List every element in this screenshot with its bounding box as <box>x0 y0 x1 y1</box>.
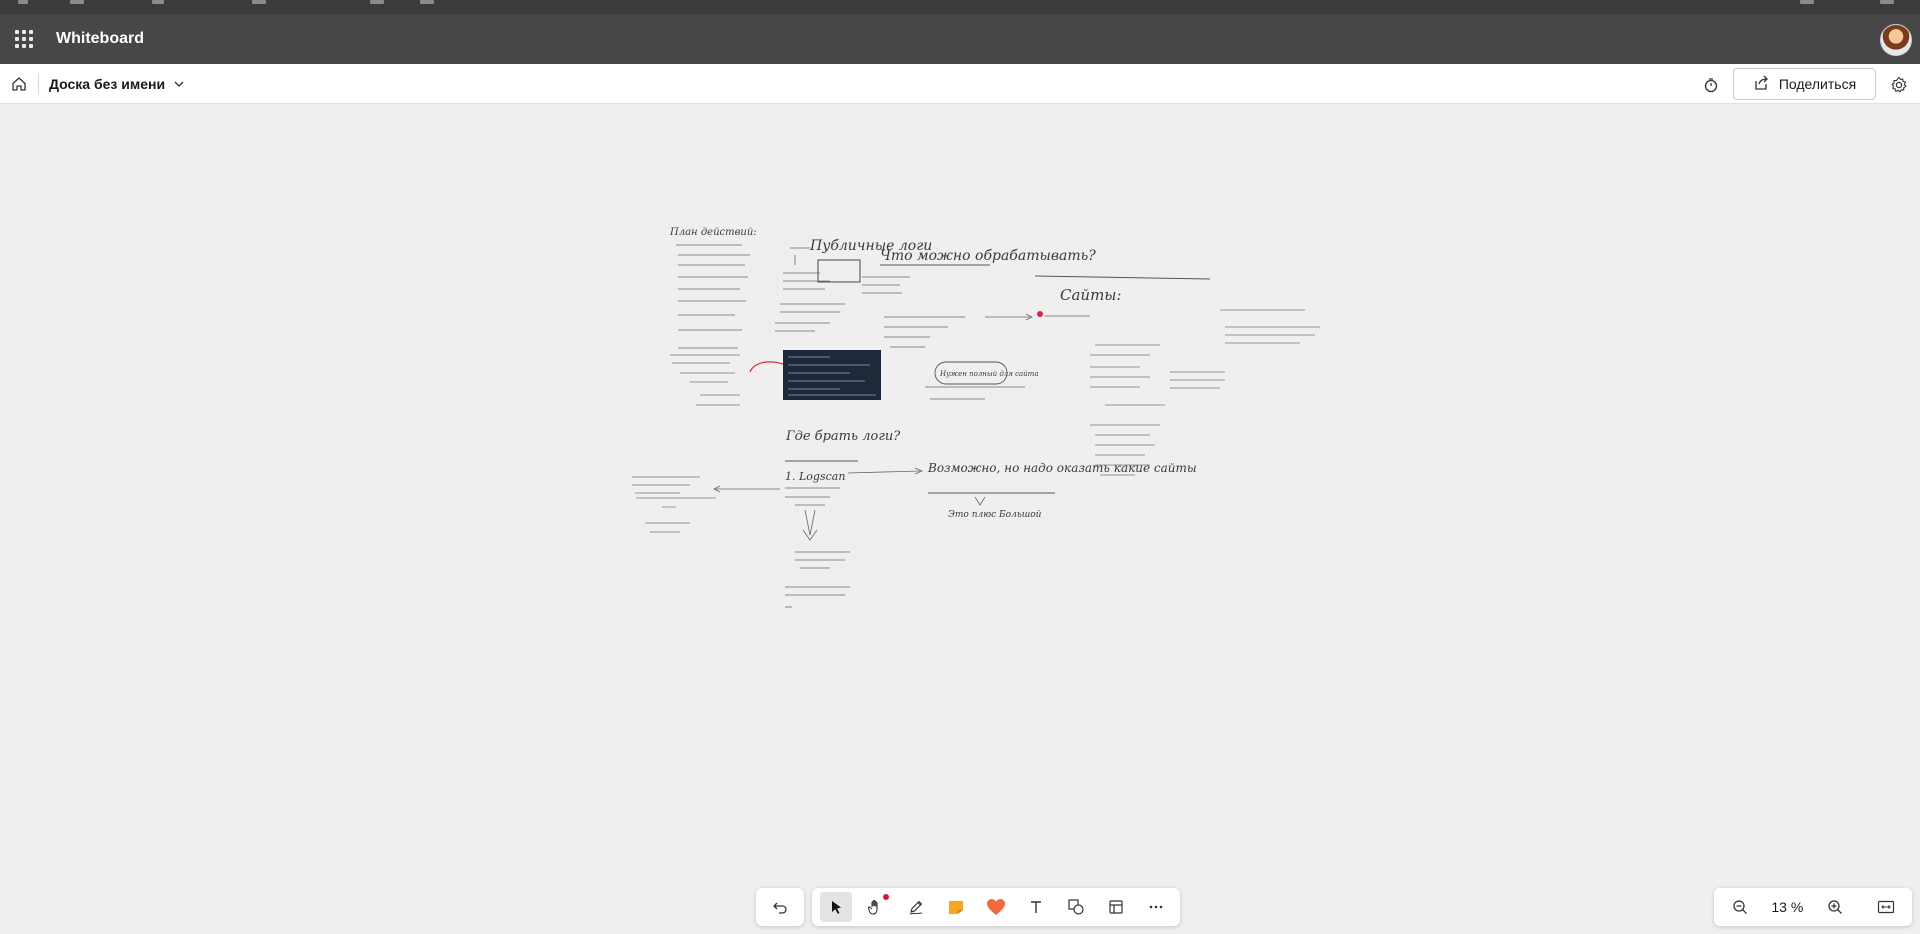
fit-to-screen-icon[interactable] <box>1870 892 1902 922</box>
note-sites-title: Сайты: <box>1060 286 1122 304</box>
note-log-item: 1. Logscan <box>785 470 845 483</box>
divider <box>38 72 39 95</box>
share-label: Поделиться <box>1778 76 1857 92</box>
cursor-icon[interactable] <box>820 892 852 922</box>
more-icon[interactable] <box>1140 892 1172 922</box>
app-header: Whiteboard <box>0 14 1920 64</box>
zoom-out-icon[interactable] <box>1724 892 1756 922</box>
board-sketch: Публичные логи Что можно обрабатывать? П… <box>632 227 1320 608</box>
undo-icon[interactable] <box>764 892 796 922</box>
share-button[interactable]: Поделиться <box>1733 68 1876 100</box>
board-name[interactable]: Доска без имени <box>49 76 165 92</box>
note-plus: Это плюс Большой <box>948 510 1042 520</box>
board-toolbar: Доска без имени Поделиться <box>0 64 1920 104</box>
tools-group <box>812 888 1180 926</box>
avatar[interactable] <box>1880 24 1912 56</box>
chevron-down-icon[interactable] <box>173 78 185 90</box>
note-need-clean: Нужен полный для сайта <box>939 370 1039 378</box>
pen-icon[interactable] <box>900 892 932 922</box>
shapes-icon[interactable] <box>1060 892 1092 922</box>
home-icon[interactable] <box>0 64 38 104</box>
sticky-note-icon[interactable] <box>940 892 972 922</box>
note-what-title: Что можно обрабатывать? <box>880 248 1096 264</box>
app-title: Whiteboard <box>56 30 144 47</box>
drawing-toolbar <box>756 888 1180 926</box>
notification-dot <box>883 894 889 900</box>
template-icon[interactable] <box>1100 892 1132 922</box>
timer-icon[interactable] <box>1698 72 1724 98</box>
pasted-image[interactable] <box>783 350 881 400</box>
zoom-in-icon[interactable] <box>1819 892 1851 922</box>
undo-group <box>756 888 804 926</box>
waffle-icon[interactable] <box>2 14 46 64</box>
note-possible: Возможно, но надо оказать какие сайты <box>927 461 1197 475</box>
share-icon <box>1753 75 1769 94</box>
hand-icon[interactable] <box>860 892 892 922</box>
heart-icon[interactable] <box>980 892 1012 922</box>
note-plan-title: План действий: <box>669 227 757 238</box>
zoom-controls: 13 % <box>1714 888 1912 926</box>
text-icon[interactable] <box>1020 892 1052 922</box>
whiteboard-canvas[interactable]: Публичные логи Что можно обрабатывать? П… <box>0 105 1920 934</box>
zoom-level[interactable]: 13 % <box>1771 899 1803 915</box>
note-where-title: Где брать логи? <box>785 429 901 444</box>
gear-icon[interactable] <box>1886 72 1912 98</box>
browser-tab-strip <box>0 0 1920 14</box>
